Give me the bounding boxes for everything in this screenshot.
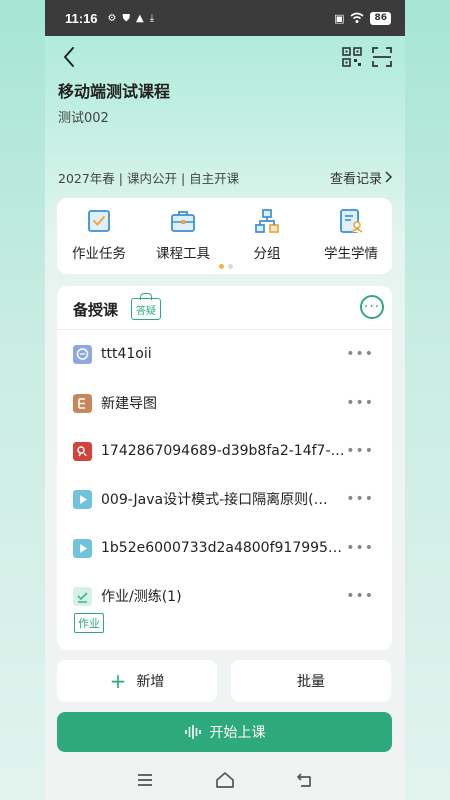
batch-button[interactable]: 批量 <box>231 660 391 702</box>
course-subtitle: 测试002 <box>58 111 109 126</box>
lesson-card: 备授课 答疑 ··· ttt41oii ••• 新建导图 ••• 1742867… <box>57 286 392 650</box>
status-icons: ⚙ ⛊ ▲ ⤓ <box>108 13 155 24</box>
lesson-title: 备授课 <box>73 301 119 319</box>
tool-group[interactable]: 分组 <box>225 208 309 262</box>
tool-label: 学生学情 <box>324 246 378 262</box>
home-icon[interactable] <box>215 770 235 790</box>
resource-row[interactable]: 009-Java设计模式-接口隔离原则(… ••• <box>57 481 392 517</box>
status-time: 11:16 <box>65 10 98 26</box>
qr-code-icon[interactable] <box>341 46 363 68</box>
background-right <box>405 0 450 800</box>
chevron-right-icon <box>385 171 393 183</box>
tool-student-report[interactable]: 学生学情 <box>309 208 393 262</box>
resource-name: 1b52e6000733d2a4800f9179950… <box>101 540 349 556</box>
qa-badge[interactable]: 答疑 <box>131 298 161 320</box>
scan-icon[interactable] <box>371 46 393 68</box>
start-class-label: 开始上课 <box>209 725 266 741</box>
resource-row[interactable]: 新建导图 ••• <box>57 385 392 421</box>
status-bar: 11:16 ⚙ ⛊ ▲ ⤓ ▣ 86 <box>45 0 405 36</box>
pdf-icon <box>73 441 92 461</box>
row-more-icon[interactable]: ••• <box>346 491 374 507</box>
back-nav-icon[interactable] <box>295 770 315 790</box>
more-options-button[interactable]: ··· <box>360 295 384 319</box>
resource-name: 009-Java设计模式-接口隔离原则(… <box>101 492 328 508</box>
resource-name: 作业/测练(1) <box>101 589 182 605</box>
lesson-header: 备授课 答疑 ··· <box>57 286 392 330</box>
wifi-icon <box>350 12 364 23</box>
warning-icon: ▲ <box>136 12 144 24</box>
shield-icon: ⛊ <box>122 12 131 24</box>
resource-row[interactable]: 1b52e6000733d2a4800f9179950… ••• <box>57 530 392 566</box>
tool-course-tools[interactable]: 课程工具 <box>141 208 225 262</box>
add-button[interactable]: + 新增 <box>57 660 217 702</box>
row-more-icon[interactable]: ••• <box>346 443 374 459</box>
nfc-icon: ▣ <box>334 11 345 25</box>
status-right: ▣ 86 <box>334 11 391 25</box>
course-meta-row: 2027年春 | 课内公开 | 自主开课 查看记录 <box>58 168 393 187</box>
mindmap-icon <box>73 393 92 413</box>
background-left <box>0 0 45 800</box>
gear-icon: ⚙ <box>107 12 117 24</box>
tool-label: 课程工具 <box>156 246 210 262</box>
row-more-icon[interactable]: ••• <box>346 540 374 556</box>
battery-icon: 86 <box>370 11 391 25</box>
back-arrow-icon[interactable] <box>57 44 83 70</box>
row-more-icon[interactable]: ••• <box>346 346 374 362</box>
course-meta: 2027年春 | 课内公开 | 自主开课 <box>58 170 240 186</box>
download-icon: ⤓ <box>149 12 155 24</box>
group-icon <box>255 209 279 233</box>
top-bar <box>45 44 405 70</box>
homework-file-icon <box>73 586 92 606</box>
soundwave-icon <box>184 725 201 739</box>
homework-icon <box>88 210 110 232</box>
discussion-icon <box>73 344 92 364</box>
start-class-button[interactable]: 开始上课 <box>57 712 392 752</box>
homework-tag: 作业 <box>74 613 104 633</box>
student-report-icon <box>340 209 363 233</box>
tool-homework-task[interactable]: 作业任务 <box>57 208 141 262</box>
video-icon <box>73 538 92 558</box>
resource-row[interactable]: 作业/测练(1) ••• <box>57 578 392 614</box>
resource-row[interactable]: ttt41oii ••• <box>57 336 392 372</box>
menu-icon[interactable] <box>135 770 155 790</box>
tool-label: 作业任务 <box>72 246 126 262</box>
phone-screen: 11:16 ⚙ ⛊ ▲ ⤓ ▣ 86 移动端测试课程 测试002 2027年春 … <box>45 0 405 800</box>
view-records-link[interactable]: 查看记录 <box>330 168 393 187</box>
tools-card: 作业任务 课程工具 分组 学生学情 <box>57 198 392 274</box>
view-records-label: 查看记录 <box>329 171 382 187</box>
resource-name: 1742867094689-d39b8fa2-14f7-… <box>101 443 345 459</box>
plus-icon: + <box>109 669 127 693</box>
resource-name: 新建导图 <box>101 396 157 412</box>
tool-label: 分组 <box>253 246 281 262</box>
page-dot-active <box>219 264 224 269</box>
page-dot <box>228 264 233 269</box>
system-nav-bar <box>45 760 405 800</box>
resource-name: ttt41oii <box>101 346 152 362</box>
video-icon <box>73 489 92 509</box>
row-more-icon[interactable]: ••• <box>346 588 374 604</box>
page-indicator <box>219 264 233 269</box>
course-title: 移动端测试课程 <box>58 82 171 101</box>
row-more-icon[interactable]: ••• <box>346 395 374 411</box>
resource-row[interactable]: 1742867094689-d39b8fa2-14f7-… ••• <box>57 433 392 469</box>
batch-label: 批量 <box>297 674 325 690</box>
toolbox-icon <box>171 211 195 232</box>
add-label: 新增 <box>136 674 165 690</box>
